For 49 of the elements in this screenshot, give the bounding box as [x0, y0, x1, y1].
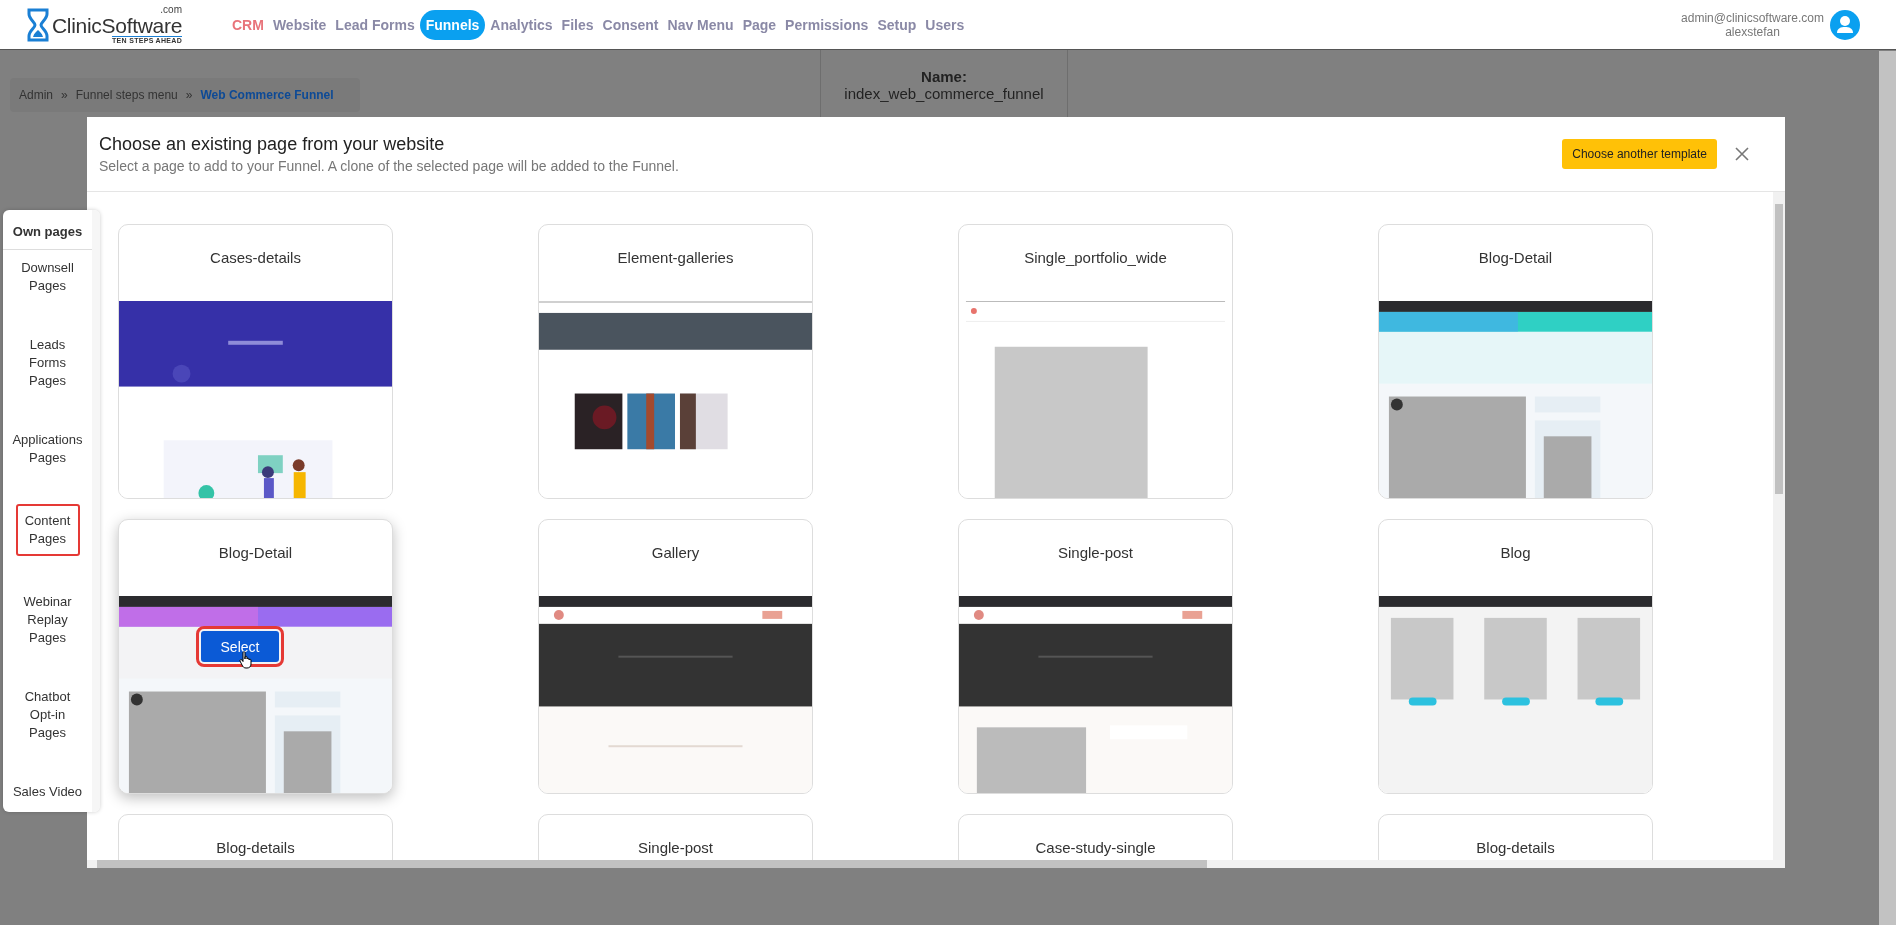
page-card[interactable]: Element-galleries	[538, 224, 813, 499]
card-title: Cases-details	[210, 249, 301, 268]
card-title: Gallery	[651, 544, 700, 563]
card-title: Blog	[1500, 544, 1531, 563]
hourglass-icon	[27, 7, 49, 42]
logo-text: ClinicSoftware	[52, 15, 182, 36]
page-card[interactable]: Case-study-single	[958, 814, 1233, 860]
page-card[interactable]: Single-post	[538, 814, 813, 860]
sidebar-item[interactable]: Content Pages	[15, 504, 80, 556]
card-title: Single_portfolio_wide	[1024, 249, 1167, 268]
page-card[interactable]: Blog	[1378, 519, 1653, 794]
card-title: Blog-Detail	[218, 544, 293, 563]
card-title: Single-post	[637, 839, 713, 858]
scrollbar[interactable]	[87, 860, 1785, 868]
sidebar-item[interactable]: Leads Forms Pages	[11, 332, 84, 394]
logo-domain: .com	[160, 5, 182, 15]
name-label: Name:	[921, 68, 967, 85]
sidebar-item[interactable]: Webinar Replay Pages	[11, 589, 84, 651]
user-email: admin@clinicsoftware.com	[1681, 10, 1824, 25]
choose-template-button[interactable]: Choose another template	[1562, 139, 1717, 169]
page-card[interactable]: Blog-details	[1378, 814, 1653, 860]
page-card[interactable]: Blog-details	[118, 814, 393, 860]
page-card[interactable]: Single-post	[958, 519, 1233, 794]
card-title: Element-galleries	[617, 249, 734, 268]
avatar-icon[interactable]	[1830, 9, 1860, 40]
breadcrumb-item: Web Commerce Funnel	[200, 88, 334, 102]
card-title: Blog-details	[1476, 839, 1555, 858]
card-title: Case-study-single	[1035, 839, 1156, 858]
hand-cursor-icon	[239, 651, 253, 669]
page-card[interactable]: Blog-Detail Select	[118, 519, 393, 794]
name-value: index_web_commerce_funnel	[844, 85, 1044, 102]
card-title: Single-post	[1057, 544, 1133, 563]
sidebar-item[interactable]: Applications Pages	[11, 427, 84, 471]
page-card[interactable]: Blog-Detail	[1378, 224, 1653, 499]
card-title: Blog-Detail	[1478, 249, 1553, 268]
close-icon[interactable]	[1735, 147, 1749, 161]
page-card[interactable]: Gallery	[538, 519, 813, 794]
sidebar-item[interactable]: Sales Video	[11, 779, 84, 805]
card-title: Blog-details	[216, 839, 295, 858]
sidebar-item[interactable]: Chatbot Opt-in Pages	[11, 684, 84, 746]
modal-title: Choose an existing page from your website	[99, 134, 446, 155]
user-name: alexstefan	[1725, 24, 1780, 39]
page-card[interactable]: Single_portfolio_wide	[958, 224, 1233, 499]
page-card[interactable]: Cases-details	[118, 224, 393, 499]
sidebar-item[interactable]: Downsell Pages	[11, 255, 84, 299]
scrollbar[interactable]	[92, 210, 100, 812]
scrollbar[interactable]	[1879, 51, 1896, 925]
modal-subtitle: Select a page to add to your Funnel. A clone of the selected page will be added to the Funnel.	[99, 158, 679, 174]
scrollbar[interactable]	[1773, 192, 1785, 860]
